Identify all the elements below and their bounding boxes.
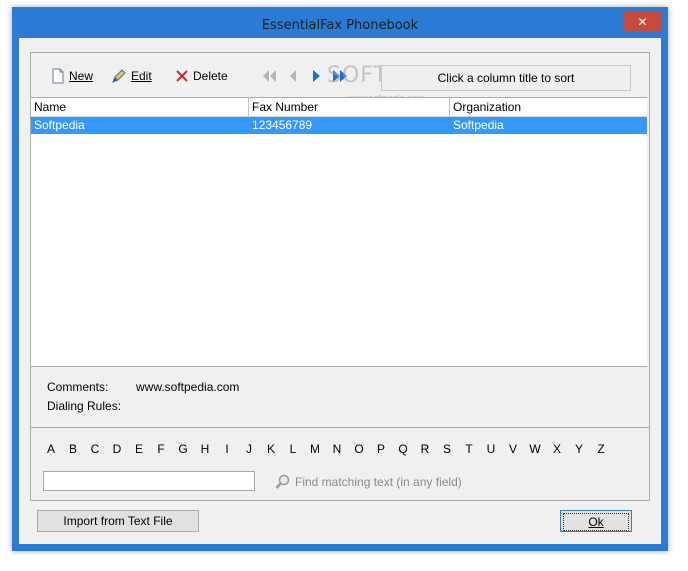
letter-m[interactable]: M: [307, 442, 323, 456]
comments-value: www.softpedia.com: [136, 380, 240, 394]
pencil-icon: [112, 69, 126, 83]
list-item[interactable]: Softpedia 123456789 Softpedia: [31, 117, 647, 134]
letter-t[interactable]: T: [461, 442, 477, 456]
letter-q[interactable]: Q: [395, 442, 411, 456]
magnifier-icon: [275, 474, 290, 489]
column-header-organization[interactable]: Organization: [450, 98, 647, 116]
letter-g[interactable]: G: [175, 442, 191, 456]
letter-h[interactable]: H: [197, 442, 213, 456]
letter-v[interactable]: V: [505, 442, 521, 456]
next-record-icon[interactable]: [311, 70, 323, 82]
ok-button-label: Ok: [588, 515, 604, 529]
letter-j[interactable]: J: [241, 442, 257, 456]
contacts-list[interactable]: Name Fax Number Organization Softpedia 1…: [31, 97, 647, 367]
title-bar[interactable]: EssentialFax Phonebook ✕: [12, 7, 668, 37]
letter-i[interactable]: I: [219, 442, 235, 456]
edit-button[interactable]: Edit: [111, 66, 152, 86]
letter-o[interactable]: O: [351, 442, 367, 456]
dialog-client-area: New Edit Delete S O F T P ED I A www.softpedia.…: [19, 38, 661, 544]
divider: [31, 427, 649, 428]
letter-z[interactable]: Z: [593, 442, 609, 456]
toolbar: New Edit Delete SOFTPEDIA www.softpedia.…: [31, 53, 649, 103]
window-title: EssentialFax Phonebook: [261, 18, 419, 33]
letter-k[interactable]: K: [263, 442, 279, 456]
letter-l[interactable]: L: [285, 442, 301, 456]
first-record-icon[interactable]: [261, 70, 277, 82]
phonebook-window: EssentialFax Phonebook ✕ New Edit Delete: [12, 7, 668, 551]
letter-e[interactable]: E: [131, 442, 147, 456]
letter-w[interactable]: W: [527, 442, 543, 456]
import-from-text-file-button[interactable]: Import from Text File: [37, 510, 199, 532]
letter-c[interactable]: C: [87, 442, 103, 456]
delete-button-label: Delete: [193, 69, 228, 83]
new-button-label: New: [69, 69, 94, 83]
close-button[interactable]: ✕: [624, 12, 661, 32]
edit-button-label: Edit: [131, 69, 152, 83]
letter-a[interactable]: A: [43, 442, 59, 456]
delete-x-icon: [176, 70, 188, 82]
dialing-rules-label: Dialing Rules:: [47, 399, 122, 413]
cell-organization: Softpedia: [453, 118, 504, 132]
comments-label: Comments:: [47, 380, 109, 394]
find-hint-label: Find matching text (in any field): [295, 475, 462, 489]
sort-hint: Click a column title to sort: [381, 65, 631, 91]
search-input[interactable]: [43, 471, 255, 491]
cell-name: Softpedia: [34, 118, 85, 132]
letter-x[interactable]: X: [549, 442, 565, 456]
letter-p[interactable]: P: [373, 442, 389, 456]
letter-b[interactable]: B: [65, 442, 81, 456]
new-button[interactable]: New: [51, 66, 93, 86]
ok-button[interactable]: Ok: [560, 510, 632, 532]
letter-s[interactable]: S: [439, 442, 455, 456]
new-document-icon: [52, 68, 64, 84]
column-header-fax-number[interactable]: Fax Number: [249, 98, 450, 116]
phonebook-panel: New Edit Delete S O F T P ED I A www.softpedia.…: [30, 52, 650, 501]
letter-y[interactable]: Y: [571, 442, 587, 456]
list-header: Name Fax Number Organization: [31, 98, 647, 117]
close-icon: ✕: [637, 15, 648, 29]
letter-u[interactable]: U: [483, 442, 499, 456]
letter-r[interactable]: R: [417, 442, 433, 456]
alphabet-filter: A B C D E F G H I J K L M N O P Q R S T: [43, 442, 613, 458]
find-matching-text[interactable]: Find matching text (in any field): [275, 474, 462, 490]
previous-record-icon[interactable]: [288, 70, 298, 82]
delete-button[interactable]: Delete: [175, 66, 228, 86]
cell-fax-number: 123456789: [252, 118, 313, 132]
column-header-name[interactable]: Name: [31, 98, 249, 116]
letter-n[interactable]: N: [329, 442, 345, 456]
letter-f[interactable]: F: [153, 442, 169, 456]
letter-d[interactable]: D: [109, 442, 125, 456]
